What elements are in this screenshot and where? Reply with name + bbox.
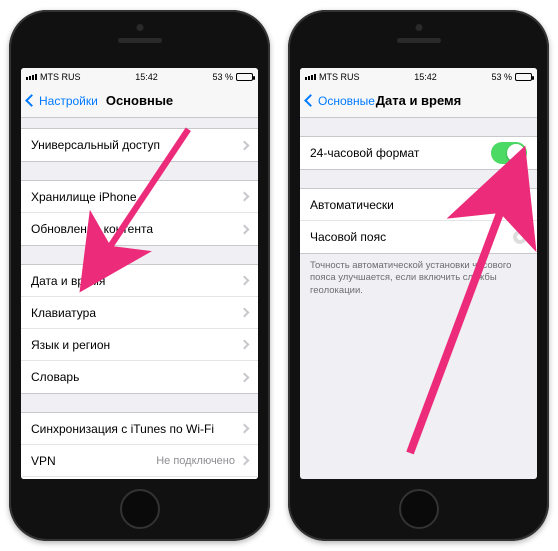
group-sync: Синхронизация с iTunes по Wi-Fi VPN Не п… bbox=[21, 412, 258, 479]
group-storage: Хранилище iPhone Обновление контента bbox=[21, 180, 258, 246]
spinner-icon bbox=[513, 230, 527, 244]
back-label: Основные bbox=[318, 94, 375, 108]
group-general: Дата и время Клавиатура Язык и регион Сл… bbox=[21, 264, 258, 394]
row-label: Хранилище iPhone bbox=[31, 190, 137, 204]
row-label: Язык и регион bbox=[31, 338, 110, 352]
chevron-left-icon bbox=[25, 94, 38, 107]
signal-icon bbox=[305, 74, 316, 80]
home-button[interactable] bbox=[399, 489, 439, 529]
row-value: Не подключено bbox=[156, 455, 235, 467]
row-background-refresh[interactable]: Обновление контента bbox=[21, 213, 258, 245]
chevron-left-icon bbox=[304, 94, 317, 107]
row-label: 24-часовой формат bbox=[310, 146, 419, 160]
row-profile[interactable]: Профиль iOS 13 & iPadOS 13 Beta Soft... bbox=[21, 477, 258, 479]
home-button[interactable] bbox=[120, 489, 160, 529]
row-label: Часовой пояс bbox=[310, 230, 386, 244]
back-button[interactable]: Настройки bbox=[27, 94, 98, 108]
chevron-right-icon bbox=[240, 424, 250, 434]
footnote: Точность автоматической установки часово… bbox=[300, 254, 537, 303]
status-bar: MTS RUS 15:42 53 % bbox=[300, 68, 537, 84]
row-language-region[interactable]: Язык и регион bbox=[21, 329, 258, 361]
row-storage[interactable]: Хранилище iPhone bbox=[21, 181, 258, 213]
camera-dot bbox=[415, 24, 422, 31]
status-bar: MTS RUS 15:42 53 % bbox=[21, 68, 258, 84]
screen-left: MTS RUS 15:42 53 % Настройки Основные Ун… bbox=[21, 68, 258, 479]
phone-left: MTS RUS 15:42 53 % Настройки Основные Ун… bbox=[9, 10, 270, 541]
chevron-right-icon bbox=[240, 340, 250, 350]
row-accessibility[interactable]: Универсальный доступ bbox=[21, 129, 258, 161]
row-auto[interactable]: Автоматически bbox=[300, 189, 537, 221]
row-label: Синхронизация с iTunes по Wi-Fi bbox=[31, 422, 214, 436]
row-24h-format[interactable]: 24-часовой формат bbox=[300, 137, 537, 169]
camera-dot bbox=[136, 24, 143, 31]
row-date-time[interactable]: Дата и время bbox=[21, 265, 258, 297]
chevron-right-icon bbox=[240, 456, 250, 466]
carrier-label: MTS RUS bbox=[40, 72, 81, 82]
back-button[interactable]: Основные bbox=[306, 94, 375, 108]
battery-pct: 53 % bbox=[491, 72, 512, 82]
speaker-slot bbox=[118, 38, 162, 43]
battery-pct: 53 % bbox=[212, 72, 233, 82]
row-label: Дата и время bbox=[31, 274, 105, 288]
chevron-right-icon bbox=[240, 140, 250, 150]
chevron-right-icon bbox=[240, 192, 250, 202]
phone-right: MTS RUS 15:42 53 % Основные Дата и время… bbox=[288, 10, 549, 541]
row-label: Автоматически bbox=[310, 198, 394, 212]
chevron-right-icon bbox=[240, 372, 250, 382]
row-dictionary[interactable]: Словарь bbox=[21, 361, 258, 393]
row-timezone[interactable]: Часовой пояс bbox=[300, 221, 537, 253]
row-keyboard[interactable]: Клавиатура bbox=[21, 297, 258, 329]
back-label: Настройки bbox=[39, 94, 98, 108]
group-24h: 24-часовой формат bbox=[300, 136, 537, 170]
row-label: Обновление контента bbox=[31, 222, 153, 236]
row-label: Словарь bbox=[31, 370, 79, 384]
nav-bar: Основные Дата и время bbox=[300, 84, 537, 118]
toggle-24h[interactable] bbox=[491, 142, 527, 164]
speaker-slot bbox=[397, 38, 441, 43]
row-label: Универсальный доступ bbox=[31, 138, 160, 152]
group-auto: Автоматически Часовой пояс bbox=[300, 188, 537, 254]
screen-right: MTS RUS 15:42 53 % Основные Дата и время… bbox=[300, 68, 537, 479]
battery-icon bbox=[236, 73, 253, 81]
chevron-right-icon bbox=[240, 276, 250, 286]
clock: 15:42 bbox=[135, 72, 158, 82]
row-label: Клавиатура bbox=[31, 306, 96, 320]
toggle-auto[interactable] bbox=[491, 194, 527, 216]
row-label: VPN bbox=[31, 454, 56, 468]
group-accessibility: Универсальный доступ bbox=[21, 128, 258, 162]
signal-icon bbox=[26, 74, 37, 80]
clock: 15:42 bbox=[414, 72, 437, 82]
chevron-right-icon bbox=[240, 224, 250, 234]
row-itunes-wifi[interactable]: Синхронизация с iTunes по Wi-Fi bbox=[21, 413, 258, 445]
carrier-label: MTS RUS bbox=[319, 72, 360, 82]
nav-bar: Настройки Основные bbox=[21, 84, 258, 118]
chevron-right-icon bbox=[240, 308, 250, 318]
battery-icon bbox=[515, 73, 532, 81]
row-vpn[interactable]: VPN Не подключено bbox=[21, 445, 258, 477]
